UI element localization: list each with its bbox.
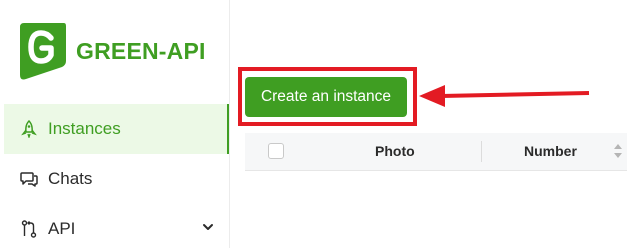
rocket-icon: [20, 120, 38, 138]
logo[interactable]: GREEN-API: [16, 20, 206, 82]
sidebar-item-api[interactable]: API: [4, 204, 229, 248]
sidebar-item-chats[interactable]: Chats: [4, 154, 229, 204]
api-branch-icon: [20, 220, 38, 238]
chevron-down-icon[interactable]: [201, 220, 215, 234]
brand-name: GREEN-API: [76, 37, 206, 64]
create-instance-button[interactable]: Create an instance: [245, 77, 407, 117]
select-all-checkbox[interactable]: [268, 143, 284, 159]
green-api-logo-icon: [20, 23, 66, 80]
sidebar-item-label: Instances: [48, 119, 121, 138]
column-header-photo[interactable]: Photo: [375, 143, 415, 159]
annotation-arrow-icon: [419, 85, 590, 107]
column-separator: [481, 141, 482, 162]
chat-bubbles-icon: [20, 170, 38, 188]
sidebar-item-label: Chats: [48, 169, 93, 188]
sidebar-item-label: API: [48, 219, 76, 238]
sidebar-item-instances[interactable]: Instances: [4, 104, 229, 154]
sidebar: GREEN-API Instances Chats API: [0, 0, 230, 248]
sort-icon[interactable]: [613, 142, 623, 160]
column-header-number[interactable]: Number: [524, 143, 577, 159]
